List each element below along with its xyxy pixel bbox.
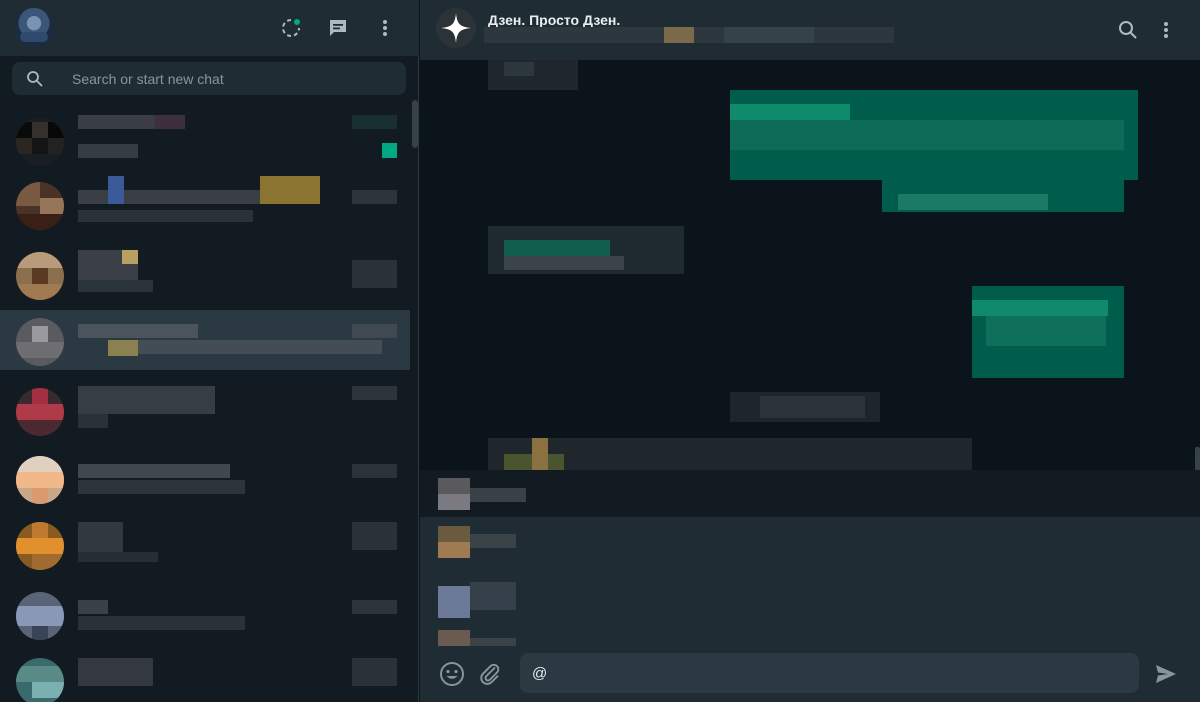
whatsapp-web-app: Дзен. Просто Дзен. — [0, 0, 1200, 702]
search-input[interactable] — [72, 62, 392, 95]
status-icon[interactable] — [279, 16, 303, 40]
message-scrollbar[interactable] — [1195, 447, 1200, 470]
my-avatar[interactable] — [14, 8, 54, 48]
chat-list-item-selected[interactable] — [0, 310, 410, 370]
chat-list-scrollbar[interactable] — [412, 100, 418, 148]
chat-list-item[interactable] — [0, 514, 410, 574]
search-icon — [26, 70, 44, 88]
sparkle-icon — [441, 13, 471, 43]
search-icon[interactable] — [1116, 18, 1140, 42]
mention-suggestions — [420, 470, 1200, 646]
menu-icon[interactable] — [1154, 18, 1178, 42]
mention-avatar — [438, 478, 470, 510]
message-area — [420, 60, 1200, 470]
chat-list-item[interactable] — [0, 448, 410, 508]
conversation-header[interactable]: Дзен. Просто Дзен. — [420, 0, 1200, 60]
chat-list-item[interactable] — [0, 244, 410, 304]
contact-avatar — [16, 318, 64, 366]
chat-list-item[interactable] — [0, 650, 410, 702]
contact-avatar — [16, 182, 64, 230]
mention-avatar — [438, 586, 470, 618]
menu-icon[interactable] — [373, 16, 397, 40]
mention-item[interactable] — [420, 470, 1200, 517]
contact-avatar — [16, 522, 64, 570]
new-chat-icon[interactable] — [326, 16, 350, 40]
chat-list-panel — [0, 0, 419, 702]
chat-list-item[interactable] — [0, 174, 410, 234]
chat-list — [0, 102, 410, 702]
composer — [420, 646, 1200, 702]
mention-item[interactable] — [420, 518, 1200, 565]
chat-participants — [484, 27, 894, 43]
conversation-panel: Дзен. Просто Дзен. — [420, 0, 1200, 702]
group-avatar[interactable] — [436, 8, 476, 48]
contact-avatar — [16, 658, 64, 702]
search-bar[interactable] — [12, 62, 406, 95]
mention-avatar — [438, 526, 470, 558]
left-header — [0, 0, 419, 56]
send-icon[interactable] — [1152, 660, 1180, 688]
message-input[interactable] — [520, 653, 1139, 693]
contact-avatar — [16, 456, 64, 504]
mention-item[interactable] — [420, 622, 1200, 646]
contact-avatar — [16, 388, 64, 436]
chat-title: Дзен. Просто Дзен. — [488, 12, 621, 28]
mention-item[interactable] — [420, 578, 1200, 625]
contact-avatar — [16, 252, 64, 300]
chat-list-item[interactable] — [0, 584, 410, 644]
chat-list-item[interactable] — [0, 380, 410, 440]
chat-list-item[interactable] — [0, 110, 410, 170]
contact-avatar — [16, 118, 64, 166]
mention-avatar — [438, 630, 470, 646]
contact-avatar — [16, 592, 64, 640]
attach-icon[interactable] — [476, 660, 504, 688]
emoji-icon[interactable] — [438, 660, 466, 688]
